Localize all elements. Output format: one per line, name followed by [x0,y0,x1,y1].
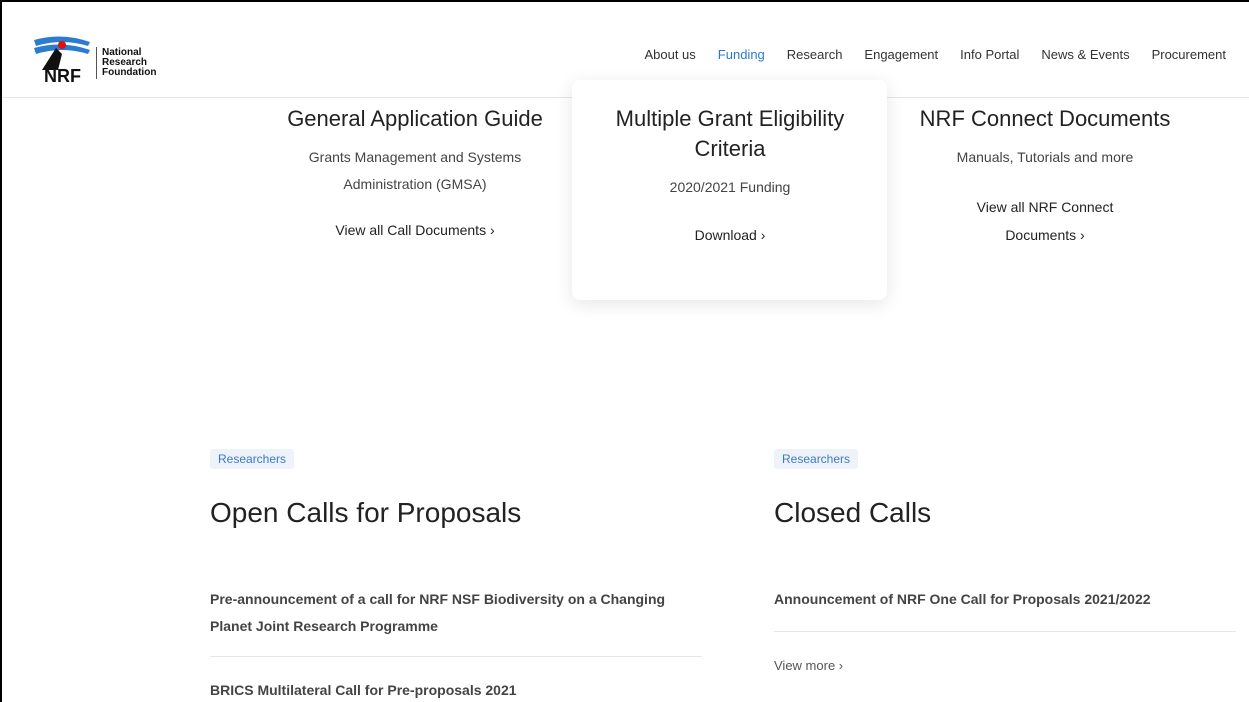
window-border-left [0,0,2,702]
call-item-line1: Pre-announcement of a call for NRF NSF B… [210,591,666,607]
nav-procurement[interactable]: Procurement [1141,47,1237,62]
closed-calls-title: Closed Calls [774,497,932,528]
main-nav: About us Funding Research Engagement Inf… [633,47,1237,97]
closed-calls-tag[interactable]: Researchers [774,449,859,469]
call-divider [774,631,1236,632]
logo-wordmark: National Research Foundation [102,48,156,78]
nav-funding[interactable]: Funding [707,47,776,97]
nav-about-us[interactable]: About us [633,47,706,62]
card-desc: 2020/2021 Funding [669,179,791,195]
card-desc-line1: Grants Management and Systems [308,149,522,165]
card-multiple-grant-eligibility: Multiple Grant Eligibility Criteria 2020… [580,104,880,249]
call-item-line2: Planet Joint Research Programme [210,618,438,634]
nav-news-events[interactable]: News & Events [1030,47,1140,62]
logo-divider [96,47,97,79]
nav-engagement[interactable]: Engagement [853,47,949,62]
open-call-item-1[interactable]: Pre-announcement of a call for NRF NSF B… [210,586,710,640]
card-desc: Manuals, Tutorials and more [956,149,1134,165]
nav-info-portal[interactable]: Info Portal [949,47,1030,62]
logo-word-3: Foundation [102,67,157,78]
open-call-item-2[interactable]: BRICS Multilateral Call for Pre-proposal… [210,677,710,702]
open-calls-tag[interactable]: Researchers [210,449,295,469]
view-call-documents-link[interactable]: View all Call Documents › [270,216,560,244]
download-link[interactable]: Download › [580,221,880,249]
card-title-line1: Multiple Grant Eligibility [615,106,845,131]
card-general-application-guide: General Application Guide Grants Managem… [270,104,560,244]
nav-research[interactable]: Research [776,47,854,62]
view-nrf-connect-link-line1[interactable]: View all NRF Connect [895,193,1195,221]
nrf-logo[interactable]: NRF National Research Foundation [32,30,182,86]
card-title: General Application Guide [287,106,543,131]
card-desc-line2: Administration (GMSA) [343,176,487,192]
card-nrf-connect-documents: NRF Connect Documents Manuals, Tutorials… [895,104,1195,249]
closed-call-item-1[interactable]: Announcement of NRF One Call for Proposa… [774,586,1234,613]
open-calls-title: Open Calls for Proposals [210,497,522,528]
call-divider [210,656,702,657]
card-title-line2: Criteria [694,136,766,161]
card-title: NRF Connect Documents [919,106,1171,131]
nav-funding-label: Funding [717,47,765,62]
view-nrf-connect-link-line2[interactable]: Documents › [895,221,1195,249]
nrf-logo-icon: NRF [34,36,90,86]
svg-text:NRF: NRF [44,66,81,86]
view-more-link[interactable]: View more › [774,658,843,673]
